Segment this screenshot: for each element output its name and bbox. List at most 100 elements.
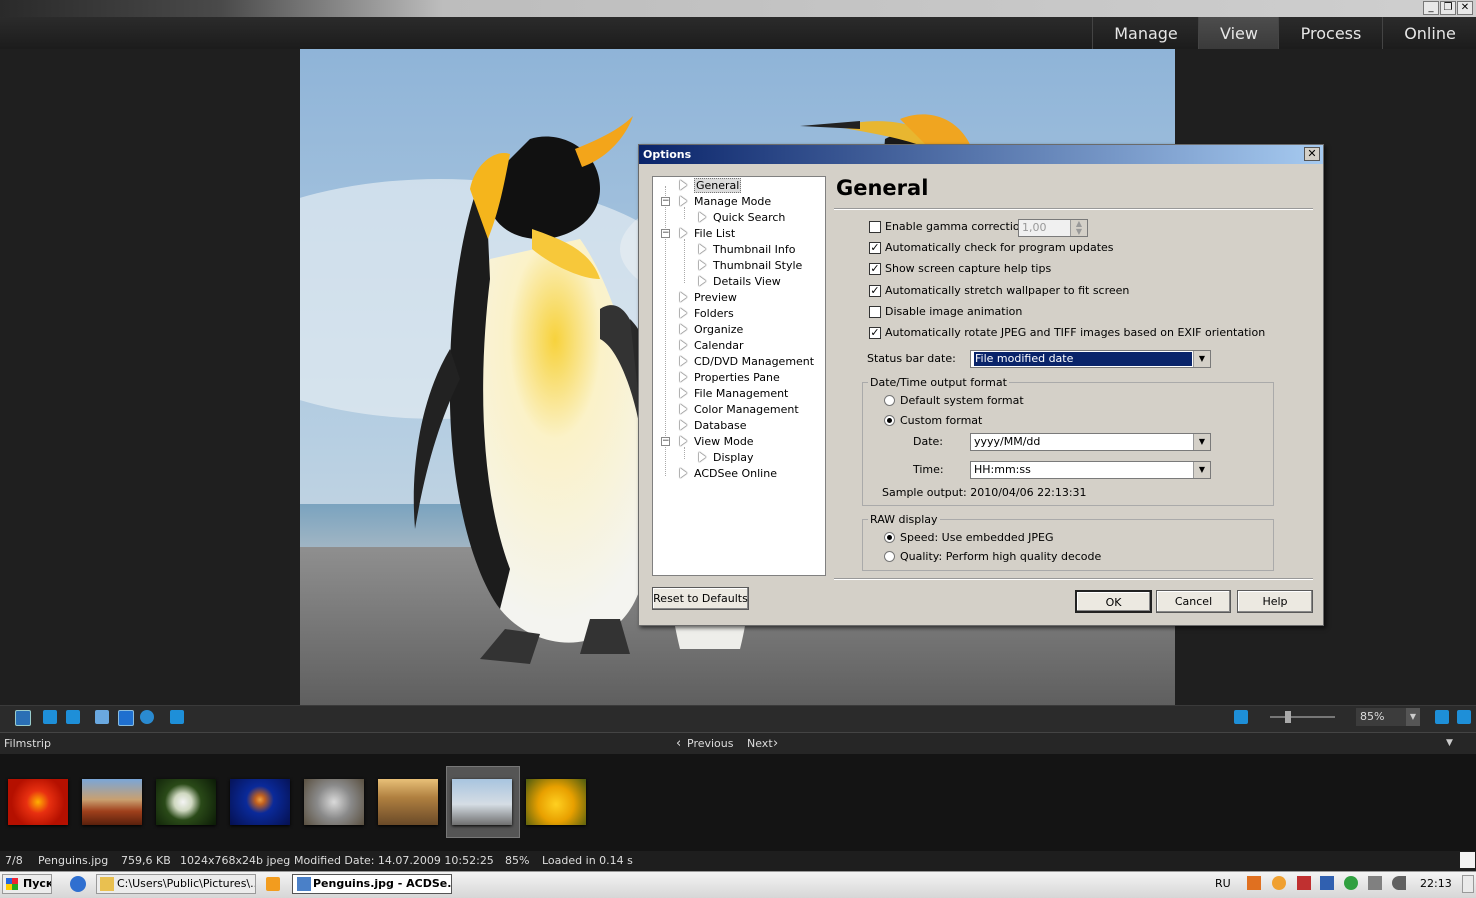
- tree-item-quick-search[interactable]: Quick Search: [699, 211, 785, 224]
- histogram-icon[interactable]: [1435, 710, 1449, 724]
- fit-icon[interactable]: [170, 710, 184, 724]
- tree-item-general[interactable]: General: [680, 178, 742, 193]
- tree-item-cd-dvd-management[interactable]: CD/DVD Management: [680, 355, 814, 368]
- thumbnail-lighthouse[interactable]: [378, 779, 438, 825]
- reset-defaults-button[interactable]: Reset to Defaults: [652, 587, 749, 610]
- chevron-right-icon[interactable]: ›: [773, 736, 778, 751]
- stretch-wallpaper-checkbox[interactable]: ✓: [869, 285, 881, 297]
- close-window-button[interactable]: ✕: [1457, 1, 1473, 15]
- tree-item-database[interactable]: Database: [680, 419, 747, 432]
- spinner-arrows-icon[interactable]: ▲ ▼: [1070, 220, 1087, 236]
- rotate-left-icon[interactable]: [43, 710, 57, 724]
- rotate-right-icon[interactable]: [66, 710, 80, 724]
- tree-item-manage-mode[interactable]: Manage Mode: [680, 195, 771, 208]
- cancel-button[interactable]: Cancel: [1156, 590, 1231, 613]
- auto-rotate-checkbox[interactable]: ✓: [869, 327, 881, 339]
- media-player-icon[interactable]: [266, 877, 280, 891]
- hand-tool-icon[interactable]: [95, 710, 109, 724]
- fullscreen-icon[interactable]: [1457, 710, 1471, 724]
- clock[interactable]: 22:13: [1420, 877, 1452, 890]
- default-format-radio[interactable]: [884, 395, 895, 406]
- taskbar-explorer-window[interactable]: C:\Users\Public\Pictures\...: [96, 874, 256, 894]
- show-desktop-button[interactable]: [1462, 875, 1474, 893]
- chevron-down-icon[interactable]: ▼: [1193, 462, 1210, 478]
- thumbnail-jellyfish[interactable]: [230, 779, 290, 825]
- next-button[interactable]: Next: [747, 737, 773, 750]
- filmstrip-collapse-icon[interactable]: ▼: [1446, 738, 1453, 748]
- thumbnail-desert[interactable]: [82, 779, 142, 825]
- chevron-down-icon[interactable]: ▼: [1406, 708, 1420, 726]
- tab-online[interactable]: Online: [1382, 17, 1476, 49]
- tree-item-display[interactable]: Display: [699, 451, 754, 464]
- tray-shield-icon[interactable]: [1344, 876, 1358, 890]
- status-dimensions: 1024x768x24b jpeg: [180, 854, 291, 867]
- tree-item-properties-pane[interactable]: Properties Pane: [680, 371, 780, 384]
- status-bar-date-select[interactable]: File modified date ▼: [970, 350, 1211, 368]
- tree-item-organize[interactable]: Organize: [680, 323, 743, 336]
- gamma-spinner[interactable]: 1,00 ▲ ▼: [1018, 219, 1088, 237]
- zoom-input[interactable]: 85%: [1356, 708, 1406, 726]
- gamma-checkbox[interactable]: [869, 221, 881, 233]
- browse-icon[interactable]: [15, 710, 31, 726]
- tray-update-icon[interactable]: [1272, 876, 1286, 890]
- tree-item-details-view[interactable]: Details View: [699, 275, 781, 288]
- raw-quality-radio[interactable]: [884, 551, 895, 562]
- tray-app-icon[interactable]: [1247, 876, 1261, 890]
- resize-grip-icon[interactable]: [1460, 852, 1475, 868]
- collapse-view-mode-icon[interactable]: −: [661, 437, 670, 446]
- thumbnail-chrysanthemum[interactable]: [8, 779, 68, 825]
- chevron-down-icon[interactable]: ▼: [1193, 351, 1210, 367]
- tray-network-icon[interactable]: [1320, 876, 1334, 890]
- previous-button[interactable]: Previous: [687, 737, 734, 750]
- tab-view[interactable]: View: [1198, 17, 1279, 49]
- tree-item-thumbnail-style[interactable]: Thumbnail Style: [699, 259, 802, 272]
- chevron-left-icon[interactable]: ‹: [676, 736, 681, 751]
- restore-button[interactable]: ❐: [1440, 1, 1456, 15]
- view-toolbar: [0, 705, 1476, 732]
- raw-speed-radio[interactable]: [884, 532, 895, 543]
- thumbnail-tulips[interactable]: [526, 779, 586, 825]
- zoom-slider[interactable]: [1270, 716, 1335, 718]
- tree-item-thumbnail-info[interactable]: Thumbnail Info: [699, 243, 796, 256]
- chevron-down-icon[interactable]: ▼: [1193, 434, 1210, 450]
- tab-manage[interactable]: Manage: [1092, 17, 1199, 49]
- language-indicator[interactable]: RU: [1215, 877, 1231, 890]
- tree-item-acdsee-online[interactable]: ACDSee Online: [680, 467, 777, 480]
- thumbnail-penguins[interactable]: [452, 779, 512, 825]
- minimize-button[interactable]: _: [1423, 1, 1439, 15]
- taskbar-acdsee-window[interactable]: Penguins.jpg - ACDSe...: [292, 874, 452, 894]
- select-tool-icon[interactable]: [118, 710, 134, 726]
- date-format-select[interactable]: yyyy/MM/dd ▼: [970, 433, 1211, 451]
- tree-item-folders[interactable]: Folders: [680, 307, 734, 320]
- ok-button[interactable]: OK: [1075, 590, 1152, 613]
- disable-animation-checkbox[interactable]: [869, 306, 881, 318]
- tree-item-file-management[interactable]: File Management: [680, 387, 788, 400]
- dialog-close-button[interactable]: ✕: [1304, 147, 1320, 161]
- capture-tips-checkbox[interactable]: ✓: [869, 263, 881, 275]
- raw-display-group: [862, 519, 1274, 571]
- time-format-select[interactable]: HH:mm:ss ▼: [970, 461, 1211, 479]
- tab-process[interactable]: Process: [1278, 17, 1383, 49]
- check-updates-checkbox[interactable]: ✓: [869, 242, 881, 254]
- tree-item-color-management[interactable]: Color Management: [680, 403, 799, 416]
- volume-icon[interactable]: [1392, 876, 1406, 890]
- tree-item-preview[interactable]: Preview: [680, 291, 737, 304]
- collapse-file-list-icon[interactable]: −: [661, 229, 670, 238]
- help-button[interactable]: Help: [1237, 590, 1313, 613]
- tree-item-file-list[interactable]: File List: [680, 227, 735, 240]
- page-icon: [680, 356, 687, 366]
- custom-format-radio[interactable]: [884, 415, 895, 426]
- zoom-slider-handle[interactable]: [1285, 711, 1291, 723]
- thumbnail-hydrangeas[interactable]: [156, 779, 216, 825]
- tree-item-view-mode[interactable]: View Mode: [680, 435, 754, 448]
- page-icon: [680, 404, 687, 414]
- actual-size-icon[interactable]: [1234, 710, 1248, 724]
- tree-item-calendar[interactable]: Calendar: [680, 339, 743, 352]
- internet-explorer-icon[interactable]: [70, 876, 86, 892]
- thumbnail-koala[interactable]: [304, 779, 364, 825]
- tray-security-icon[interactable]: [1297, 876, 1311, 890]
- tray-monitor-icon[interactable]: [1368, 876, 1382, 890]
- collapse-manage-mode-icon[interactable]: −: [661, 197, 670, 206]
- custom-format-label: Custom format: [900, 414, 983, 427]
- zoom-tool-icon[interactable]: [140, 710, 154, 724]
